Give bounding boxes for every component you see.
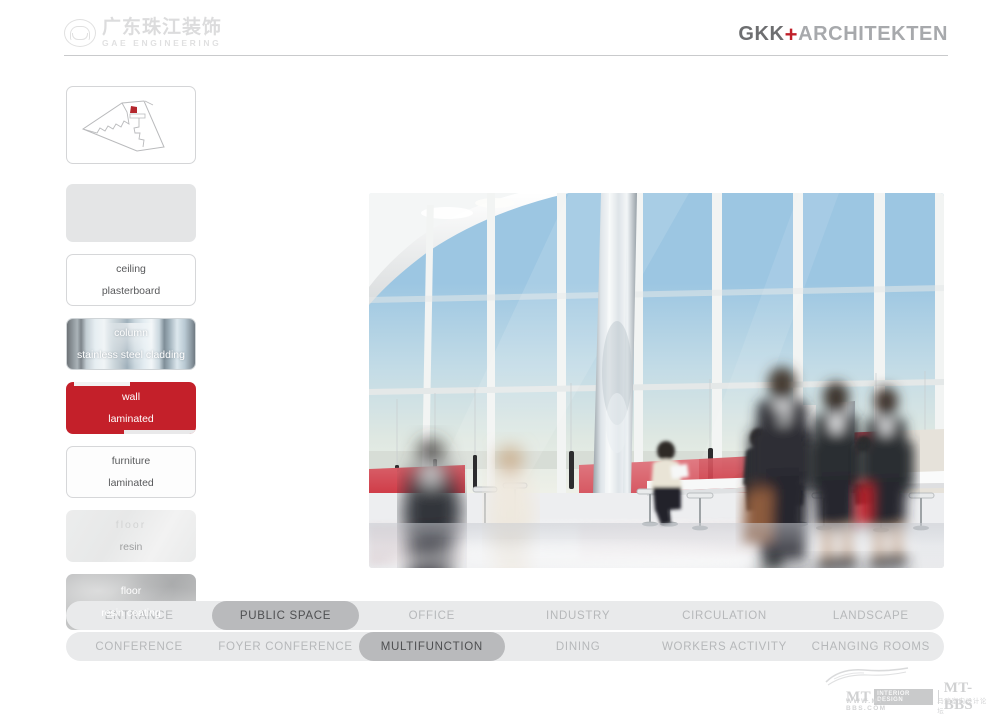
gkk-logo-secondary: ARCHITEKTEN [798,23,948,45]
watermark-chinese-text: 马蹄室内设计论坛 [937,697,987,715]
ceiling-swatch-line2: plasterboard [101,284,161,297]
company-logo-chinese: 广东珠江装饰 [102,16,223,39]
floor-resin-swatch-line1: floor [115,519,147,531]
secondary-nav-row: CONFERENCE FOYER CONFERENCE MULTIFUNCTIO… [66,632,944,661]
rendering-artwork [369,193,944,568]
company-seal-logo-icon [64,19,96,47]
blank-swatch[interactable] [66,184,196,242]
site-watermark: MT INTERIOR DESIGN MT-BBS WWW.MT-BBS.COM… [822,666,994,715]
gkk-logo-plus-icon: + [784,22,799,47]
nav-item-industry[interactable]: INDUSTRY [505,601,651,630]
nav-item-public-space[interactable]: PUBLIC SPACE [212,601,359,630]
wall-swatch-line1: wall [121,391,141,403]
furniture-swatch[interactable]: furniture laminated [66,446,196,498]
floor-plan-sketch-icon [81,100,165,152]
nav-item-changing-rooms[interactable]: CHANGING ROOMS [798,632,944,661]
page-header: 广东珠江装饰 GAE ENGINEERING GKK+ARCHITEKTEN [0,0,1000,56]
watermark-url: WWW.MT-BBS.COM [846,698,887,712]
column-swatch-line1: column [114,327,148,339]
primary-nav-row: ENTRANCE PUBLIC SPACE OFFICE INDUSTRY CI… [66,601,944,630]
gkk-logo-primary: GKK [738,23,785,45]
nav-item-conference[interactable]: CONFERENCE [66,632,212,661]
floor-coating-swatch-line2: resin coating [101,606,161,619]
wall-swatch-line2: laminated [108,412,154,425]
furniture-swatch-line2: laminated [108,476,154,489]
nav-item-landscape[interactable]: LANDSCAPE [798,601,944,630]
floor-resin-swatch-line2: resin [119,540,143,553]
nav-item-multifunction[interactable]: MULTIFUNCTION [358,632,505,661]
column-swatch[interactable]: column stainless steel cladding [66,318,196,370]
ceiling-swatch-line1: ceiling [116,263,146,275]
company-logo-left: 广东珠江装饰 GAE ENGINEERING [64,18,274,48]
column-swatch-line2: stainless steel cladding [77,348,185,361]
nav-item-office[interactable]: OFFICE [359,601,505,630]
floor-resin-swatch[interactable]: floor resin [66,510,196,562]
wall-swatch[interactable]: wall laminated [66,382,196,434]
nav-item-dining[interactable]: DINING [505,632,651,661]
furniture-swatch-line1: furniture [111,455,151,467]
nav-item-foyer-conference[interactable]: FOYER CONFERENCE [212,632,358,661]
header-divider [64,55,948,56]
gkk-architekten-logo: GKK+ARCHITEKTEN [738,22,948,48]
floor-plan-thumbnail[interactable] [66,86,196,164]
company-logo-english: GAE ENGINEERING [102,38,222,49]
floor-coating-swatch-line1: floor [120,585,142,597]
nav-item-workers-activity[interactable]: WORKERS ACTIVITY [651,632,797,661]
ceiling-swatch[interactable]: ceiling plasterboard [66,254,196,306]
nav-item-circulation[interactable]: CIRCULATION [651,601,797,630]
interior-rendering-image[interactable] [369,193,944,568]
material-sidebar: ceiling plasterboard column stainless st… [66,86,196,630]
